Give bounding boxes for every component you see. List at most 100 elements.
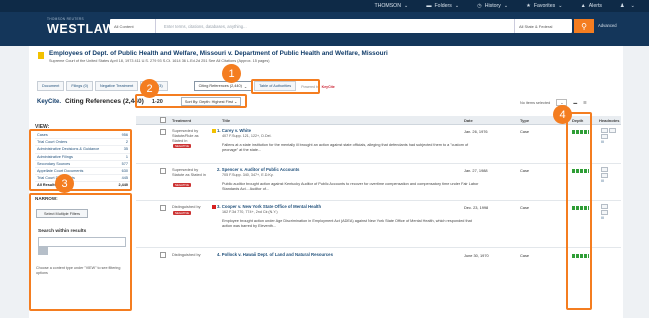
negative-badge: NEGATIVE <box>173 211 191 215</box>
column-title[interactable]: Title <box>222 118 230 123</box>
document-title[interactable]: Employees of Dept. of Public Health and … <box>49 50 388 57</box>
result-snippet: Employee brought action under Age Discri… <box>222 219 472 229</box>
callout-badge-4: 4 <box>553 105 572 124</box>
history-menu[interactable]: ◷ History ⌄ <box>477 3 508 9</box>
callout-highlight-depth <box>566 112 592 310</box>
yellow-flag-icon <box>212 129 216 133</box>
column-headnotes[interactable]: Headnotes <box>599 118 619 123</box>
bell-icon: ▲ <box>580 3 586 9</box>
headnote-box[interactable] <box>601 134 608 139</box>
select-all-checkbox[interactable] <box>160 117 166 123</box>
headnote-count: III <box>601 179 604 183</box>
result-title-link[interactable]: 2. Spencer v. Auditor of Public Accounts <box>217 167 299 172</box>
result-title-link[interactable]: 1. Carey v. White <box>217 128 251 133</box>
negative-badge: NEGATIVE <box>173 183 191 187</box>
top-navigation-bar: THOMSON ⌄ ▬ Folders ⌄ ◷ History ⌄ ★ Favorites ⌄… <box>0 0 649 12</box>
headnote-box[interactable] <box>601 210 608 215</box>
headnote-box[interactable] <box>601 173 608 178</box>
history-icon: ◷ <box>477 3 482 9</box>
headnote-box[interactable] <box>601 204 608 209</box>
brand-tagline: THOMSON REUTERS <box>47 17 84 21</box>
search-input[interactable]: Enter terms, citations, databases, anyth… <box>156 24 514 29</box>
headnote-box[interactable] <box>609 128 616 133</box>
result-type: Case <box>520 129 530 134</box>
advanced-search-link[interactable]: Advanced <box>598 23 617 28</box>
star-icon: ★ <box>526 3 531 9</box>
negative-badge: NEGATIVE <box>173 144 191 148</box>
search-bar: All Content Enter terms, citations, data… <box>110 19 572 33</box>
column-type[interactable]: Type <box>520 118 529 123</box>
folder-icon[interactable]: ▬ <box>573 101 577 105</box>
chevron-down-icon: ⌄ <box>403 3 409 9</box>
alerts-menu-label: Alerts <box>588 3 602 9</box>
row-checkbox[interactable] <box>160 205 166 211</box>
result-date: Dec. 23, 1998 <box>464 205 489 210</box>
table-row: Distinguished by 4. Pollock v. Hawaii De… <box>136 249 621 259</box>
result-citation: 407 F.Supp. 121, 122+, D.Del. <box>222 134 272 138</box>
account-menu-label: THOMSON <box>374 3 401 9</box>
result-snippet: Fallens at a state institution for the m… <box>222 143 469 153</box>
headnote-count: III <box>601 140 604 144</box>
document-tabs: Document Filings (0) Negative Treatment … <box>37 81 619 92</box>
headnote-count: III <box>601 216 604 220</box>
red-flag-icon <box>212 205 216 209</box>
results-table-header: Treatment Title Date Type Depth Headnote… <box>136 116 621 125</box>
headnote-links[interactable]: III <box>601 204 609 220</box>
chevron-down-icon: ⌄ <box>558 3 563 9</box>
headnote-links[interactable]: III <box>601 128 617 144</box>
chevron-down-icon: ⌄ <box>503 3 509 9</box>
search-button[interactable]: ⚲ <box>574 19 594 33</box>
result-title-link[interactable]: 3. Cooper v. New York State Office of Me… <box>217 204 321 209</box>
result-date: June 30, 1970 <box>464 253 489 258</box>
no-items-selected: No items selected <box>520 100 551 105</box>
result-date: Jan. 26, 1976 <box>464 129 488 134</box>
result-title-link[interactable]: 4. Pollock v. Hawaii Dept. of Land and N… <box>217 252 333 257</box>
tab-negative-treatment[interactable]: Negative Treatment <box>94 81 139 91</box>
result-type: Case <box>520 205 530 210</box>
row-checkbox[interactable] <box>160 252 166 258</box>
result-type: Case <box>520 253 530 258</box>
keycite-brand: KeyCite <box>321 84 335 89</box>
keycite-logo: KeyCite. <box>37 98 62 105</box>
treatment-text: Superseded by Statute as Stated in <box>172 167 206 177</box>
treatment-text: Superseded by Statute/Rule as Stated in <box>172 128 199 143</box>
folders-menu-label: Folders <box>434 3 452 9</box>
treatment-text: Distinguished by <box>172 252 201 257</box>
result-snippet: Public auditor brought action against Ke… <box>222 182 479 192</box>
column-date[interactable]: Date <box>464 118 473 123</box>
jurisdiction-select[interactable]: All State & Federal <box>514 19 572 33</box>
chevron-down-icon: ⌄ <box>454 3 460 9</box>
callout-badge-1: 1 <box>222 64 241 83</box>
favorites-menu[interactable]: ★ Favorites ⌄ <box>526 3 562 9</box>
tab-document[interactable]: Document <box>37 81 65 91</box>
user-menu[interactable]: ♟ ⌄ <box>620 3 635 9</box>
result-type: Case <box>520 168 530 173</box>
tab-citing-references[interactable]: Citing References (2,440) ⌄ <box>193 81 253 91</box>
result-citation: 162 F.3d 770, 774+, 2nd Cir.(N.Y.) <box>222 210 278 214</box>
headnote-box[interactable] <box>601 128 608 133</box>
row-checkbox[interactable] <box>160 168 166 174</box>
list-view-icon[interactable]: ☰ <box>583 100 586 105</box>
callout-badge-3: 3 <box>55 174 74 193</box>
chevron-down-icon: ⌄ <box>630 3 635 9</box>
result-citation: 705 F.Supp. 340, 347+, E.D.Ky. <box>222 173 274 177</box>
westlaw-logo[interactable]: WESTLAW <box>47 22 115 36</box>
headnote-box[interactable] <box>601 167 608 172</box>
tab-filings[interactable]: Filings (0) <box>66 81 93 91</box>
column-treatment[interactable]: Treatment <box>172 118 191 123</box>
favorites-menu-label: Favorites <box>533 3 556 9</box>
folders-menu[interactable]: ▬ Folders ⌄ <box>426 3 459 9</box>
chevron-down-icon: ⌄ <box>243 84 248 89</box>
user-icon: ♟ <box>619 3 625 9</box>
search-scope-select[interactable]: All Content <box>110 19 156 33</box>
row-checkbox[interactable] <box>160 129 166 135</box>
search-icon: ⚲ <box>581 21 587 31</box>
account-menu[interactable]: THOMSON ⌄ <box>374 3 408 9</box>
table-row: Distinguished by NEGATIVE 3. Cooper v. N… <box>136 202 621 248</box>
callout-badge-2: 2 <box>140 79 159 98</box>
headnote-links[interactable]: III <box>601 167 609 183</box>
yellow-flag-icon <box>38 52 44 59</box>
document-citation: Supreme Court of the United States April… <box>49 59 270 63</box>
results-heading: Citing References (2,440) <box>65 98 144 105</box>
alerts-menu[interactable]: ▲ Alerts <box>581 3 602 9</box>
